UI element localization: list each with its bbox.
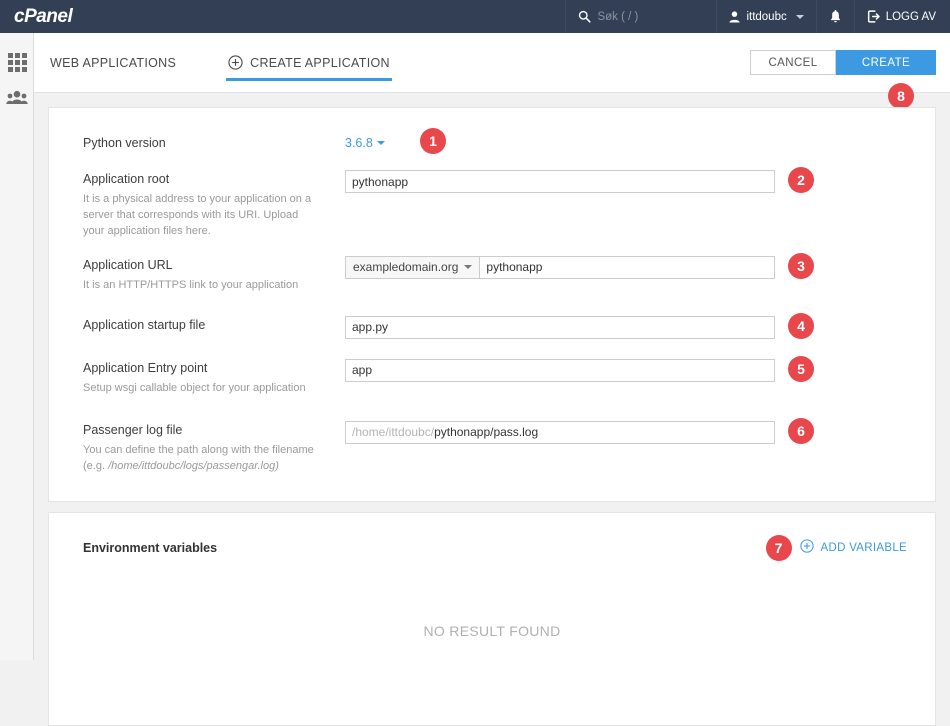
- badge-6: 6: [788, 417, 814, 444]
- application-root-hint: It is a physical address to your applica…: [83, 193, 312, 237]
- badge-2: 2: [788, 167, 814, 193]
- application-url-control: exampledomain.org pythonapp 3: [345, 252, 935, 294]
- cancel-button[interactable]: CANCEL: [750, 50, 836, 75]
- application-url-label: Application URL: [83, 257, 173, 272]
- tab-web-applications-label: WEB APPLICATIONS: [50, 55, 177, 70]
- plus-circle-icon: [799, 539, 814, 556]
- environment-variables-header: Environment variables 7 ADD VARIABLE: [49, 513, 935, 581]
- badge-5: 5: [788, 355, 814, 382]
- python-version-control: 3.6.8 1: [345, 128, 935, 154]
- top-header-bar: cPanel Søk ( / ) ittdoubc LOGG AV: [0, 0, 950, 33]
- chevron-down-icon: [795, 14, 804, 19]
- environment-variables-actions: 7 ADD VARIABLE: [765, 534, 907, 561]
- entry-point-control: app 5: [345, 355, 935, 397]
- python-version-value: 3.6.8: [345, 136, 373, 150]
- application-root-label-group: Application root It is a physical addres…: [83, 170, 345, 240]
- plus-circle-icon: [228, 55, 243, 70]
- chevron-down-icon: [464, 265, 473, 270]
- badge-8: 8: [888, 83, 914, 109]
- startup-file-label-group: Application startup file: [83, 316, 345, 339]
- passenger-log-prefix: /home/ittdoubc/: [352, 425, 435, 440]
- chevron-down-icon: [376, 141, 385, 145]
- application-root-control: pythonapp 2: [345, 167, 935, 240]
- passenger-log-control: /home/ittdoubc/pythonapp/pass.log 6: [345, 417, 935, 475]
- tab-create-application[interactable]: CREATE APPLICATION: [226, 33, 392, 93]
- tab-create-application-label: CREATE APPLICATION: [250, 55, 390, 70]
- passenger-log-hint: You can define the path along with the f…: [83, 443, 321, 475]
- python-version-label: Python version: [83, 136, 166, 150]
- badge-1: 1: [420, 128, 446, 154]
- notifications-button[interactable]: [817, 0, 854, 33]
- add-variable-label: ADD VARIABLE: [820, 541, 907, 554]
- field-startup-file: Application startup file app.py 4: [49, 312, 935, 339]
- badge-7: 7: [765, 534, 792, 561]
- create-button[interactable]: CREATE: [836, 50, 936, 75]
- logout-icon: [867, 10, 880, 23]
- startup-file-input[interactable]: app.py: [345, 315, 775, 339]
- passenger-log-label-group: Passenger log file You can define the pa…: [83, 421, 345, 475]
- action-buttons: CANCEL CREATE: [750, 50, 936, 75]
- user-icon: [729, 10, 740, 23]
- passenger-log-label: Passenger log file: [83, 422, 183, 437]
- application-url-group: exampledomain.org pythonapp: [345, 255, 775, 279]
- tab-bar: WEB APPLICATIONS CREATE APPLICATION CANC…: [34, 33, 950, 109]
- cpanel-logo[interactable]: cPanel: [14, 6, 73, 28]
- create-application-form: Python version 3.6.8 1 Application root …: [48, 107, 936, 502]
- add-variable-button[interactable]: ADD VARIABLE: [799, 539, 907, 556]
- domain-select-value: exampledomain.org: [353, 260, 459, 275]
- logout-button[interactable]: LOGG AV: [855, 0, 950, 33]
- search-icon: [578, 10, 591, 23]
- startup-file-control: app.py 4: [345, 312, 935, 339]
- application-url-path-input[interactable]: pythonapp: [479, 255, 775, 279]
- user-name-label: ittdoubc: [746, 10, 787, 23]
- python-version-label-group: Python version: [83, 134, 345, 152]
- no-result-message: NO RESULT FOUND: [423, 622, 561, 639]
- logout-label: LOGG AV: [885, 10, 936, 23]
- search-box[interactable]: Søk ( / ): [566, 0, 716, 33]
- badge-4: 4: [788, 312, 814, 339]
- users-icon: [6, 90, 28, 110]
- passenger-log-suffix: pythonapp/pass.log: [434, 425, 539, 440]
- left-sidebar: [0, 33, 34, 660]
- application-root-input[interactable]: pythonapp: [345, 170, 775, 193]
- user-menu[interactable]: ittdoubc: [717, 0, 815, 33]
- sidebar-item-apps[interactable]: [0, 43, 34, 81]
- active-tab-indicator: [226, 77, 392, 81]
- domain-select[interactable]: exampledomain.org: [345, 255, 480, 279]
- application-root-label: Application root: [83, 172, 170, 186]
- python-version-dropdown[interactable]: 3.6.8: [345, 136, 385, 150]
- field-python-version: Python version 3.6.8 1: [49, 128, 935, 154]
- tab-web-applications[interactable]: WEB APPLICATIONS: [48, 33, 178, 93]
- environment-variables-section: Environment variables 7 ADD VARIABLE NO …: [48, 511, 936, 726]
- search-input[interactable]: Søk ( / ): [597, 11, 638, 23]
- sidebar-item-users[interactable]: [0, 81, 34, 119]
- application-url-label-group: Application URL It is an HTTP/HTTPS link…: [83, 256, 345, 294]
- entry-point-label-group: Application Entry point Setup wsgi calla…: [83, 359, 345, 397]
- badge-3: 3: [788, 252, 814, 279]
- entry-point-label: Application Entry point: [83, 360, 208, 375]
- grid-icon: [7, 52, 27, 72]
- field-passenger-log: Passenger log file You can define the pa…: [49, 417, 935, 475]
- passenger-log-hint-line2: /home/ittdoubc/logs/passengar.log): [108, 459, 279, 472]
- passenger-log-input[interactable]: /home/ittdoubc/pythonapp/pass.log: [345, 420, 775, 444]
- field-entry-point: Application Entry point Setup wsgi calla…: [49, 355, 935, 397]
- bell-icon: [829, 9, 842, 24]
- entry-point-input[interactable]: app: [345, 358, 775, 382]
- entry-point-hint: Setup wsgi callable object for your appl…: [83, 381, 306, 394]
- application-url-hint: It is an HTTP/HTTPS link to your applica…: [83, 278, 299, 291]
- main-content: WEB APPLICATIONS CREATE APPLICATION CANC…: [34, 33, 950, 726]
- startup-file-label: Application startup file: [83, 317, 206, 332]
- field-application-url: Application URL It is an HTTP/HTTPS link…: [49, 252, 935, 294]
- field-application-root: Application root It is a physical addres…: [49, 167, 935, 240]
- environment-variables-title: Environment variables: [83, 540, 218, 555]
